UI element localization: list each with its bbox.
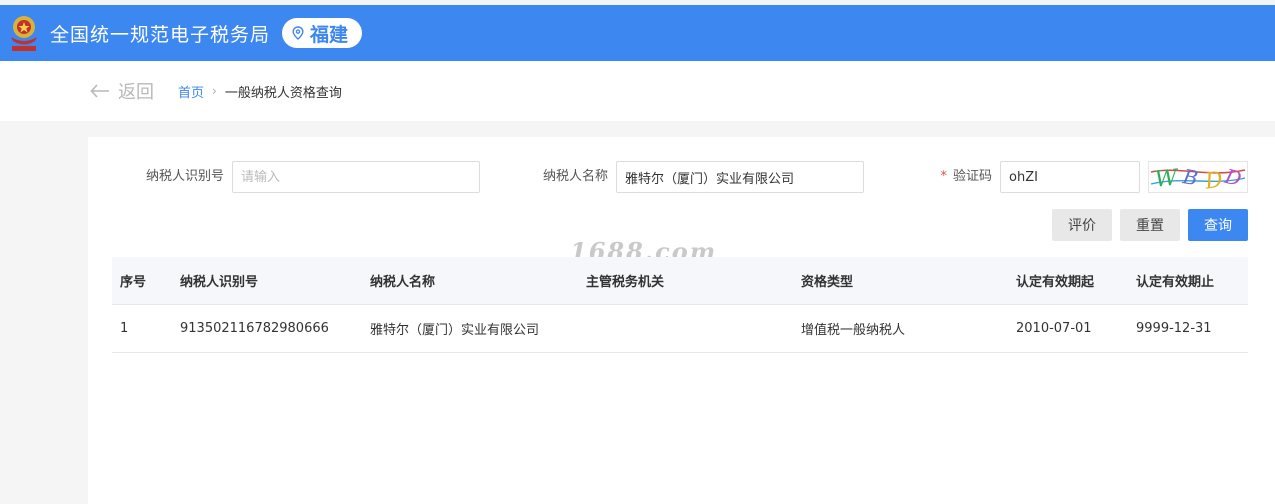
table-cell: 2010-07-01 — [1016, 321, 1092, 336]
captcha-image[interactable]: W B D D — [1148, 161, 1248, 195]
result-table: 序号 纳税人识别号 纳税人名称 主管税务机关 资格类型 认定有效期起 认定有效期… — [112, 257, 1248, 353]
table-cell: 雅特尔（厦门）实业有限公司 — [370, 323, 540, 338]
required-mark: * — [940, 169, 947, 184]
column-header: 认定有效期止 — [1136, 275, 1215, 290]
captcha-char-4: D — [1222, 164, 1244, 191]
region-label: 福建 — [310, 23, 349, 46]
table-row: 1 913502116782980666 雅特尔（厦门）实业有限公司 增值税一般… — [112, 305, 1248, 353]
table-cell: 1 — [120, 321, 129, 336]
tax-emblem-icon — [6, 13, 42, 53]
breadcrumb-bar: 返回 首页 › 一般纳税人资格查询 — [0, 61, 1275, 121]
captcha-char-3: D — [1203, 167, 1225, 192]
taxpayer-id-input[interactable] — [232, 161, 480, 193]
reset-button[interactable]: 重置 — [1120, 209, 1180, 241]
location-pin-icon — [292, 26, 304, 40]
column-header: 序号 — [120, 275, 147, 290]
rate-button[interactable]: 评价 — [1052, 209, 1112, 241]
back-label: 返回 — [118, 82, 154, 103]
column-header: 纳税人名称 — [370, 275, 436, 290]
table-header: 序号 纳税人识别号 纳税人名称 主管税务机关 资格类型 认定有效期起 认定有效期… — [112, 257, 1248, 305]
captcha-label: 验证码 — [952, 169, 992, 184]
taxpayer-name-input[interactable] — [616, 161, 864, 193]
column-header: 资格类型 — [801, 275, 854, 290]
captcha-char-1: W — [1154, 165, 1181, 192]
query-button[interactable]: 查询 — [1188, 209, 1248, 241]
table-cell: 9999-12-31 — [1136, 321, 1212, 336]
taxpayer-id-label: 纳税人识别号 — [145, 169, 224, 184]
site-title: 全国统一规范电子税务局 — [50, 23, 271, 46]
column-header: 认定有效期起 — [1016, 275, 1095, 290]
top-bar: 全国统一规范电子税务局 福建 — [0, 5, 1275, 61]
breadcrumb: 首页 › 一般纳税人资格查询 — [178, 82, 342, 101]
region-selector[interactable]: 福建 — [282, 18, 363, 48]
breadcrumb-separator: › — [212, 84, 217, 98]
query-form: 纳税人识别号 纳税人名称 * 验证码 W B D D — [88, 161, 1275, 195]
query-panel: 纳税人识别号 纳税人名称 *验证码 W B D D 评价 重置 查询 1688.… — [88, 137, 1275, 504]
captcha-input[interactable] — [1000, 161, 1140, 193]
table-cell: 增值税一般纳税人 — [801, 323, 906, 338]
breadcrumb-current: 一般纳税人资格查询 — [224, 85, 342, 101]
arrow-left-icon — [90, 84, 109, 98]
column-header: 主管税务机关 — [586, 275, 665, 290]
column-header: 纳税人识别号 — [180, 275, 259, 290]
taxpayer-name-label: 纳税人名称 — [542, 169, 608, 184]
table-cell: 913502116782980666 — [180, 321, 329, 336]
captcha-label-wrap: * 验证码 — [908, 161, 992, 193]
captcha-char-2: B — [1180, 164, 1200, 190]
breadcrumb-home-link[interactable]: 首页 — [178, 82, 204, 101]
back-button[interactable]: 返回 — [90, 78, 154, 104]
